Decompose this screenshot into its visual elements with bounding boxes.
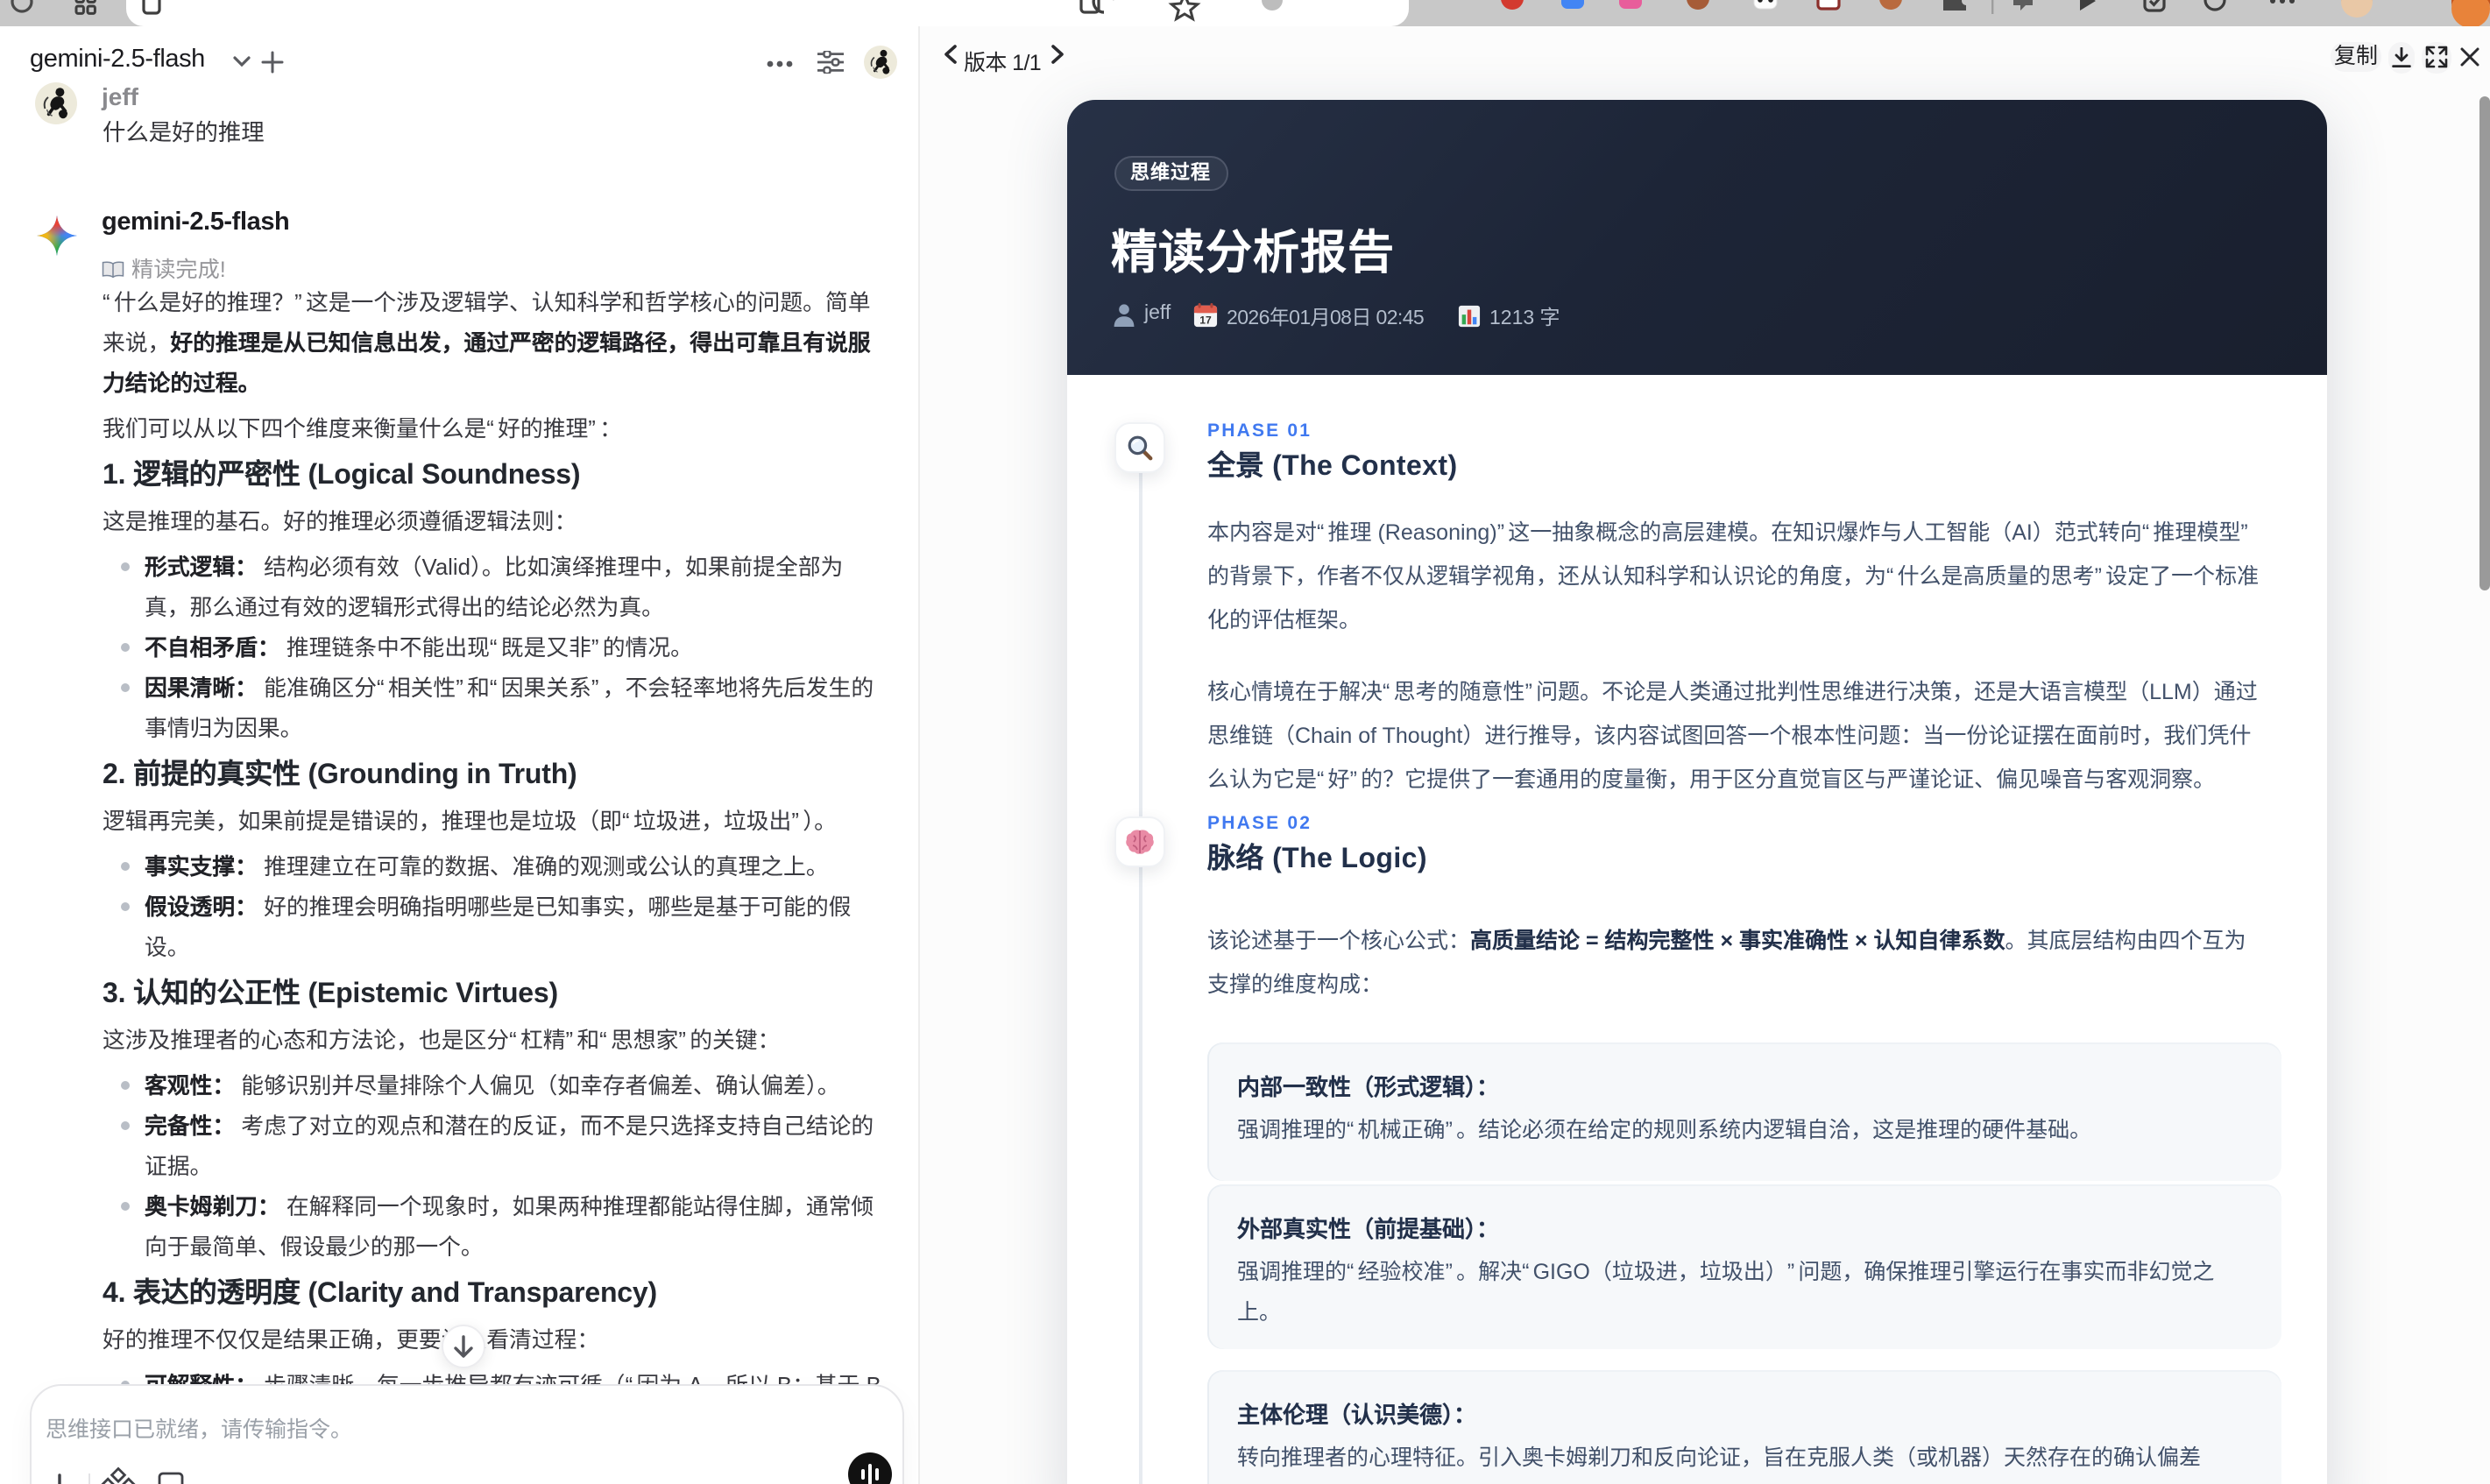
svg-text:17: 17 <box>1199 314 1212 326</box>
